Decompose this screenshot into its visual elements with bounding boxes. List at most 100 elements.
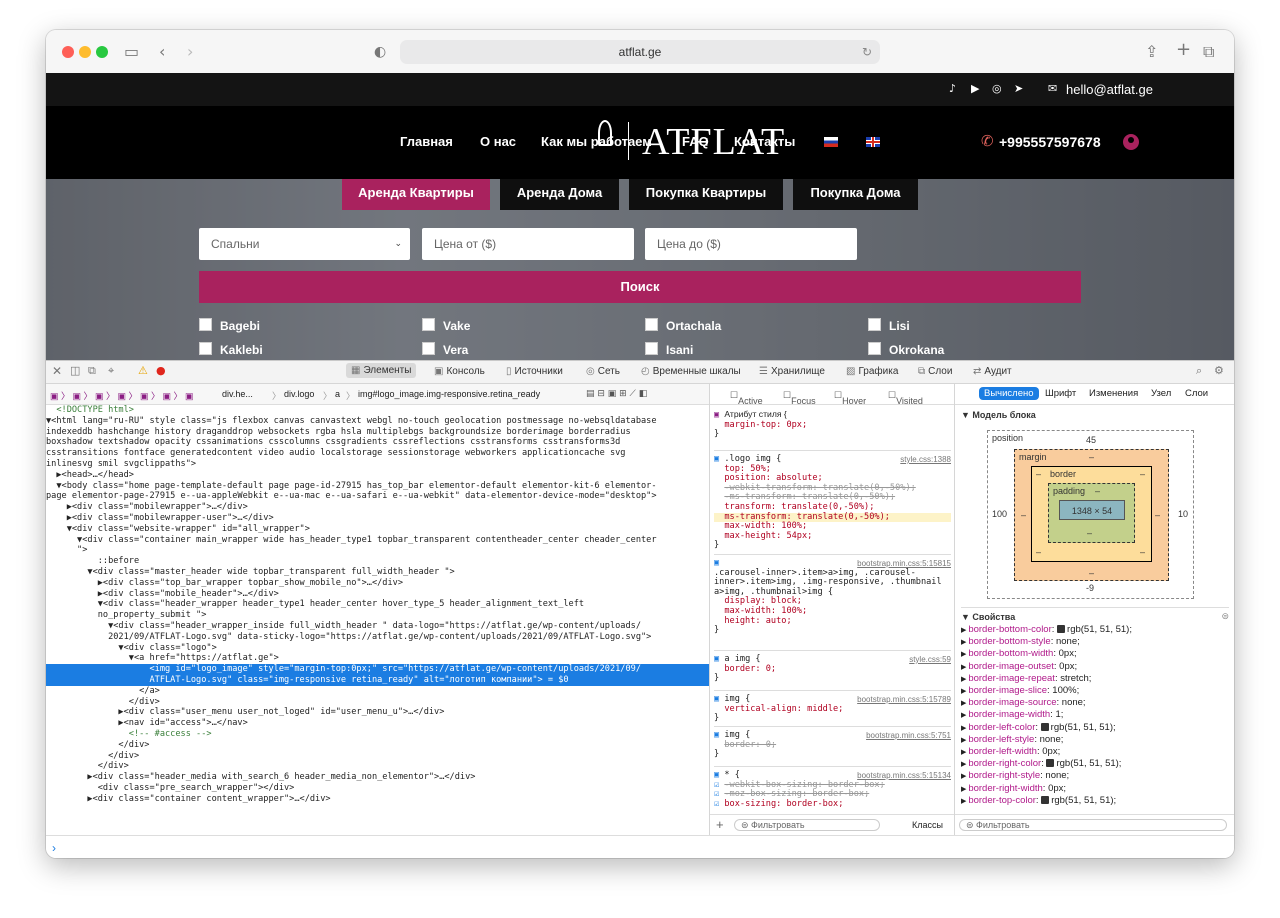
tab-layers[interactable]: ⧉ Слои (918, 366, 952, 377)
state-active[interactable]: ☐ Active (730, 390, 763, 406)
bedrooms-select[interactable]: Спальни ⌄ (199, 228, 410, 260)
computed-property[interactable]: ▶ border-bottom-width: 0px; (961, 648, 1077, 659)
classes-button[interactable]: Классы (912, 820, 943, 830)
computed-property[interactable]: ▶ border-image-outset: 0px; (961, 661, 1077, 672)
privacy-shield-icon[interactable]: ◐ (374, 42, 386, 62)
declaration-overridden[interactable]: -webkit-box-sizing: border-box; (724, 780, 884, 790)
sidebar-icon[interactable]: ▭ (124, 42, 139, 62)
filter-options-icon[interactable]: ⊜ (1221, 611, 1229, 622)
dom-node-line[interactable]: ▶<nav id="access">…</nav> (46, 718, 709, 729)
tiktok-icon[interactable]: ♪ (949, 82, 956, 95)
dom-node-line[interactable]: ▼<div class="logo"> (46, 643, 709, 654)
add-rule-icon[interactable]: + (716, 817, 724, 832)
box-model-section[interactable]: ▼ Модель блока (961, 410, 1036, 420)
dom-node-line[interactable]: indexeddb hashchange history draganddrop… (46, 427, 709, 438)
computed-property[interactable]: ▶ border-left-width: 0px; (961, 746, 1060, 757)
computed-property[interactable]: ▶ border-top-color: rgb(51, 51, 51); (961, 795, 1116, 806)
element-picker-icon[interactable]: ⌖ (108, 364, 114, 378)
state-hover[interactable]: ☐ Hover (834, 390, 866, 406)
gear-icon[interactable]: ⚙ (1214, 364, 1224, 377)
user-account-icon[interactable] (1123, 134, 1139, 150)
computed-filter-input[interactable]: ⊜ Фильтровать (959, 819, 1227, 831)
youtube-icon[interactable]: ▶ (971, 82, 979, 95)
color-swatch-icon[interactable] (1041, 795, 1050, 804)
console-prompt[interactable]: › (46, 835, 1234, 858)
rule-source-link[interactable]: bootstrap.min.css:5:15789 (857, 695, 951, 705)
back-icon[interactable]: ‹ (159, 42, 165, 62)
dom-node-line[interactable]: ▼<div class="container main_wrapper wide… (46, 535, 709, 546)
nav-home[interactable]: Главная (400, 134, 453, 149)
dom-node-line[interactable]: csstransitions fontface generatedcontent… (46, 448, 709, 459)
dom-node-line[interactable]: ▶<div class="mobile_header">…</div> (46, 589, 709, 600)
computed-property[interactable]: ▶ border-left-style: none; (961, 734, 1063, 745)
tab-rent-apartment[interactable]: Аренда Квартиры (342, 179, 490, 210)
dom-node-line[interactable]: </div> (46, 761, 709, 772)
share-icon[interactable]: ⇪ (1145, 42, 1158, 62)
tab-audit[interactable]: ⇄ Аудит (973, 366, 1012, 377)
dock-icon[interactable]: ◫ (70, 364, 80, 377)
color-swatch-icon[interactable] (1040, 722, 1049, 731)
color-swatch-icon[interactable] (1057, 625, 1066, 633)
minimize-window-button[interactable] (79, 46, 91, 58)
dom-node-line[interactable]: ▼<div class="header_wrapper header_type1… (46, 599, 709, 610)
dom-node-line[interactable]: ▶<div class="mobilewrapper-user">…</div> (46, 513, 709, 524)
computed-property[interactable]: ▶ border-right-width: 0px; (961, 783, 1066, 794)
tab-rent-house[interactable]: Аренда Дома (500, 179, 619, 210)
dom-node-line[interactable]: ▶<div class="container content_wrapper">… (46, 794, 709, 805)
undock-icon[interactable]: ⧉ (88, 364, 96, 378)
forward-icon[interactable]: › (187, 42, 193, 62)
dom-node-line[interactable]: </div> (46, 740, 709, 751)
rule-source-link[interactable]: bootstrap.min.css:5:15815 (857, 559, 951, 569)
dom-node-line[interactable]: ▼<div class="header_wrapper_inside full_… (46, 621, 709, 632)
breadcrumb-item[interactable]: div.logo (284, 389, 314, 399)
tab-buy-apartment[interactable]: Покупка Квартиры (629, 179, 783, 210)
dom-node-line[interactable]: ▼<div class="website-wrapper" id="all_wr… (46, 524, 709, 535)
site-logo[interactable]: ATFLAT (642, 120, 785, 164)
close-window-button[interactable] (62, 46, 74, 58)
rule-source-link[interactable]: style.css:59 (909, 655, 951, 665)
tab-timelines[interactable]: ◴ Временные шкалы (641, 366, 741, 377)
district-checkbox[interactable]: Ortachala (645, 318, 721, 333)
dom-node-line[interactable]: ▶<head>…</head> (46, 470, 709, 481)
state-focus[interactable]: ☐ Focus (783, 390, 816, 406)
universal-rule[interactable]: ▣ * {bootstrap.min.css:5:15134 ☑ -webkit… (714, 766, 951, 809)
dom-node-line[interactable]: ▶<div class="mobilewrapper">…</div> (46, 502, 709, 513)
tab-font[interactable]: Шрифт (1045, 388, 1076, 399)
tab-changes[interactable]: Изменения (1089, 388, 1138, 399)
rule-source-link[interactable]: style.css:1388 (900, 455, 951, 465)
dom-node-selected[interactable]: <img id="logo_image" style="margin-top:0… (46, 664, 709, 675)
price-from-input[interactable]: Цена от ($) (422, 228, 634, 260)
dom-node-line[interactable]: </div> (46, 697, 709, 708)
computed-property[interactable]: ▶ border-bottom-color: rgb(51, 51, 51); (961, 624, 1132, 635)
dom-node-line[interactable]: ▶<div class="header_media with_search_6 … (46, 772, 709, 783)
zoom-window-button[interactable] (96, 46, 108, 58)
dom-node-line[interactable]: <div class="pre_search_wrapper"></div> (46, 783, 709, 794)
style-attribute-rule[interactable]: ▣ Атрибут стиля { margin-top: 0px; } (714, 409, 951, 440)
email-link[interactable]: hello@atflat.ge (1066, 82, 1153, 97)
district-checkbox[interactable]: Bagebi (199, 318, 260, 333)
properties-section[interactable]: ▼ Свойства ⊜ (961, 607, 1229, 622)
styles-filter-input[interactable]: ⊜ Фильтровать (734, 819, 880, 831)
rule-source-link[interactable]: bootstrap.min.css:5:15134 (857, 771, 951, 781)
state-visited[interactable]: ☐ Visited (888, 390, 923, 406)
declaration[interactable]: box-sizing: border-box; (724, 799, 843, 809)
dom-node-line[interactable]: "> (46, 545, 709, 556)
close-inspector-icon[interactable]: ✕ (52, 364, 62, 378)
tab-graphics[interactable]: ▨ Графика (846, 366, 898, 377)
dom-node-line[interactable]: ▼<div class="master_header wide topbar_t… (46, 567, 709, 578)
computed-property[interactable]: ▶ border-left-color: rgb(51, 51, 51); (961, 722, 1116, 733)
russian-flag-icon[interactable] (824, 137, 838, 147)
dom-node-line[interactable]: </a> (46, 686, 709, 697)
district-checkbox[interactable]: Vera (422, 342, 468, 357)
dom-node-line[interactable]: ::before (46, 556, 709, 567)
dom-node-line[interactable]: page elementor-page-27915 e--ua-appleWeb… (46, 491, 709, 502)
computed-property[interactable]: ▶ border-right-color: rgb(51, 51, 51); (961, 758, 1121, 769)
dom-node-line[interactable]: 2021/09/ATFLAT-Logo.svg" data-sticky-log… (46, 632, 709, 643)
logo-img-rule[interactable]: ▣ .logo img {style.css:1388 top: 50%; po… (714, 450, 951, 551)
dom-node-line[interactable]: ▼<a href="https://atflat.ge"> (46, 653, 709, 664)
computed-property[interactable]: ▶ border-image-source: none; (961, 697, 1086, 708)
nav-about[interactable]: О нас (480, 134, 516, 149)
nav-how-we-work[interactable]: Как мы работаем (541, 134, 652, 149)
computed-property[interactable]: ▶ border-image-slice: 100%; (961, 685, 1079, 696)
district-checkbox[interactable]: Isani (645, 342, 693, 357)
